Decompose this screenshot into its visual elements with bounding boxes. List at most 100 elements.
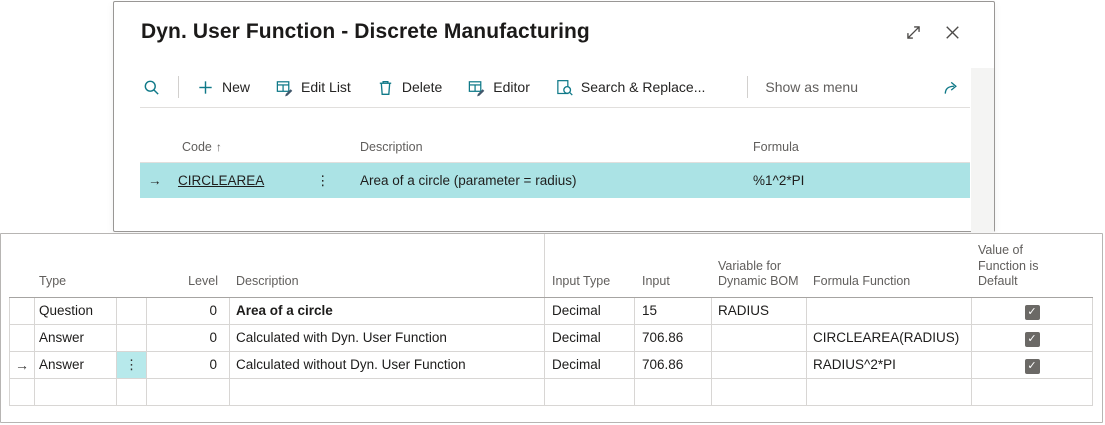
close-icon: [945, 26, 959, 39]
share-button[interactable]: [942, 78, 961, 97]
search-replace-button-label: Search & Replace...: [580, 79, 706, 95]
ellipsis-icon: ⋮: [124, 357, 139, 372]
toolbar-separator: [178, 76, 179, 98]
scrollbar-track[interactable]: [971, 68, 994, 232]
row-selector-cell[interactable]: [9, 379, 35, 406]
editor-icon: [469, 80, 485, 96]
editor-button-label: Editor: [493, 79, 530, 95]
edit-list-button[interactable]: Edit List: [275, 78, 351, 97]
toolbar-separator: [747, 76, 749, 98]
cell-level[interactable]: 0: [147, 352, 230, 379]
cell-input-type[interactable]: Decimal: [545, 352, 635, 379]
cell-ellipsis[interactable]: [117, 325, 147, 352]
column-header-input[interactable]: Input: [635, 234, 712, 297]
cell-variable-for-dynamic-bom[interactable]: [712, 379, 807, 406]
column-header-input-type[interactable]: Input Type: [545, 234, 635, 297]
cell-input-type[interactable]: Decimal: [545, 325, 635, 352]
search-replace-button[interactable]: Search & Replace...: [555, 78, 706, 97]
delete-button-label: Delete: [401, 79, 443, 95]
row-selector-cell[interactable]: [9, 325, 35, 352]
cell-type[interactable]: Question: [35, 298, 117, 325]
cell-input[interactable]: 706.86: [635, 352, 712, 379]
cell-default: ✓: [972, 325, 1093, 352]
default-checkbox[interactable]: ✓: [1024, 359, 1040, 374]
action-toolbar: New Edit List Delete Editor Search & Rep…: [142, 66, 970, 108]
cell-description[interactable]: Area of a circle: [230, 298, 545, 325]
trash-icon: [379, 80, 392, 95]
column-header-description[interactable]: Description: [230, 234, 545, 297]
table-row-empty: ✓: [9, 379, 1093, 406]
cell-variable-for-dynamic-bom[interactable]: RADIUS: [712, 298, 807, 325]
cell-level[interactable]: 0: [147, 325, 230, 352]
cell-variable-for-dynamic-bom[interactable]: [712, 352, 807, 379]
cell-variable-for-dynamic-bom[interactable]: [712, 325, 807, 352]
column-header-formula-function[interactable]: Formula Function: [807, 234, 972, 297]
cell-formula-function[interactable]: [807, 379, 972, 406]
cell-input[interactable]: 706.86: [635, 325, 712, 352]
cell-ellipsis[interactable]: [117, 379, 147, 406]
cell-default: ✓: [972, 379, 1093, 406]
search-replace-icon: [557, 79, 573, 96]
code-link[interactable]: CIRCLEAREA: [178, 163, 264, 198]
row-selector-cell[interactable]: [9, 298, 35, 325]
new-button[interactable]: New: [196, 78, 250, 97]
function-description[interactable]: Area of a circle (parameter = radius): [360, 163, 576, 198]
sort-ascending-icon: ↑: [215, 140, 222, 154]
cell-type[interactable]: Answer: [35, 352, 117, 379]
column-header-value-of-function-is-default[interactable]: Value of Function is Default: [972, 234, 1093, 297]
cell-input[interactable]: [635, 379, 712, 406]
edit-list-icon: [276, 80, 293, 96]
cell-description[interactable]: Calculated without Dyn. User Function: [230, 352, 545, 379]
detail-grid-inner: Type Level Description Input Type Input …: [9, 234, 1093, 406]
default-checkbox[interactable]: ✓: [1024, 305, 1040, 320]
close-button[interactable]: [940, 21, 964, 45]
default-checkbox[interactable]: ✓: [1024, 332, 1040, 347]
column-header-formula[interactable]: Formula: [753, 140, 799, 154]
cell-input-type[interactable]: Decimal: [545, 298, 635, 325]
cell-level[interactable]: [147, 379, 230, 406]
share-icon: [944, 81, 957, 94]
cell-type[interactable]: [35, 379, 117, 406]
cell-level[interactable]: 0: [147, 298, 230, 325]
cell-description[interactable]: [230, 379, 545, 406]
column-header-level[interactable]: Level: [147, 234, 230, 297]
delete-button[interactable]: Delete: [376, 78, 442, 97]
expand-icon: [906, 26, 920, 39]
row-selector-cell[interactable]: →: [9, 352, 35, 379]
expand-button[interactable]: [901, 21, 925, 45]
column-header-description[interactable]: Description: [360, 140, 423, 154]
cell-ellipsis[interactable]: [117, 298, 147, 325]
column-header-code-label: Code: [182, 140, 212, 154]
new-button-label: New: [222, 79, 251, 95]
table-row: Answer 0 Calculated with Dyn. User Funct…: [9, 325, 1093, 352]
function-list-header: Code ↑ Description Formula: [140, 108, 970, 163]
column-header-selector: [9, 234, 35, 297]
search-icon: [144, 80, 159, 95]
function-row-selected[interactable]: → CIRCLEAREA ⋮ Area of a circle (paramet…: [140, 163, 970, 198]
cell-input-type[interactable]: [545, 379, 635, 406]
cell-input[interactable]: 15: [635, 298, 712, 325]
row-selector-icon: →: [15, 357, 29, 373]
cell-type[interactable]: Answer: [35, 325, 117, 352]
cell-description[interactable]: Calculated with Dyn. User Function: [230, 325, 545, 352]
edit-list-button-label: Edit List: [301, 79, 351, 95]
cell-formula-function[interactable]: [807, 298, 972, 325]
cell-formula-function[interactable]: CIRCLEAREA(RADIUS): [807, 325, 972, 352]
function-formula[interactable]: %1^2*PI: [753, 163, 804, 198]
column-header-type[interactable]: Type: [35, 234, 117, 297]
row-selector-icon: →: [148, 173, 162, 188]
show-as-menu-label: Show as menu: [765, 79, 858, 95]
show-as-menu-button[interactable]: Show as menu: [765, 79, 858, 95]
editor-button[interactable]: Editor: [467, 78, 530, 97]
cell-formula-function[interactable]: RADIUS^2*PI: [807, 352, 972, 379]
column-header-variable-for-dynamic-bom[interactable]: Variable for Dynamic BOM: [712, 234, 807, 297]
cell-ellipsis-focused[interactable]: ⋮: [117, 352, 147, 379]
screen: Dyn. User Function - Discrete Manufactur…: [0, 0, 1105, 425]
page-title: Dyn. User Function - Discrete Manufactur…: [141, 20, 590, 43]
search-button[interactable]: [142, 78, 161, 97]
dialog-window: Dyn. User Function - Discrete Manufactur…: [113, 1, 995, 232]
cell-default: ✓: [972, 298, 1093, 325]
ellipsis-icon[interactable]: ⋮: [316, 163, 330, 198]
function-list: Code ↑ Description Formula → CIRCLEAREA ⋮…: [140, 108, 970, 198]
column-header-code[interactable]: Code ↑: [182, 140, 222, 154]
